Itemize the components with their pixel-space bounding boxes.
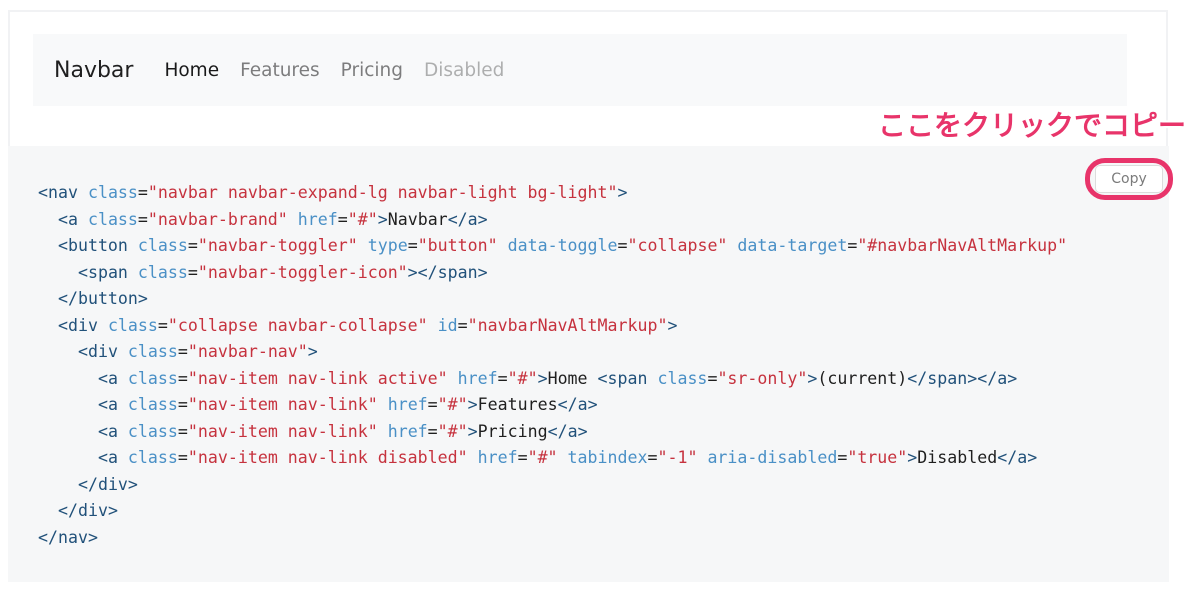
navbar-brand[interactable]: Navbar — [54, 58, 133, 83]
code-line: </nav> — [38, 527, 98, 547]
code-listing: <nav class="navbar navbar-expand-lg navb… — [38, 180, 1067, 551]
code-line: <a class="nav-item nav-link" href="#">Pr… — [97, 421, 588, 441]
code-line: <a class="nav-item nav-link" href="#">Fe… — [97, 395, 598, 414]
nav-link-disabled: Disabled — [424, 59, 505, 81]
code-line: <a class="nav-item nav-link disabled" hr… — [97, 448, 1038, 467]
code-line: <div class="navbar-nav"> — [77, 342, 318, 361]
code-line: </div> — [57, 501, 118, 520]
code-line: <span class="navbar-toggler-icon"></span… — [77, 262, 488, 282]
navbar-preview: Navbar Home Features Pricing Disabled — [33, 34, 1127, 106]
code-line: <button class="navbar-toggler" type="but… — [57, 236, 1068, 255]
code-line: <div class="collapse navbar-collapse" id… — [57, 315, 678, 335]
code-line: <nav class="navbar navbar-expand-lg navb… — [38, 183, 628, 202]
code-line: </div> — [77, 474, 138, 494]
code-line: </button> — [57, 289, 148, 308]
code-line: <a class="navbar-brand" href="#">Navbar<… — [57, 209, 488, 229]
nav-link-home[interactable]: Home — [164, 60, 219, 81]
code-line: <a class="nav-item nav-link active" href… — [97, 368, 1018, 388]
nav-link-features[interactable]: Features — [240, 60, 320, 81]
code-block: <nav class="navbar navbar-expand-lg navb… — [8, 146, 1169, 582]
nav-link-pricing[interactable]: Pricing — [341, 60, 403, 81]
copy-annotation-label: ここをクリックでコピー — [877, 109, 1186, 142]
copy-button[interactable]: Copy — [1095, 165, 1163, 193]
